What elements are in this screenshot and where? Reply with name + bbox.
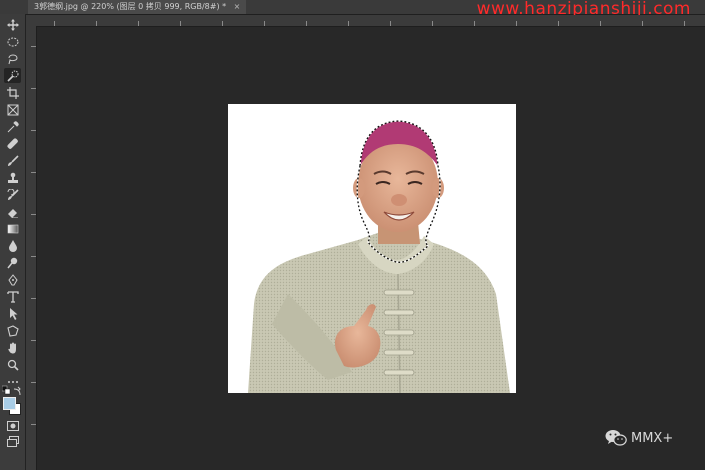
eyedropper-icon[interactable] (4, 119, 21, 134)
document-tab-title: 3郭德纲.jpg @ 220% (图层 0 拷贝 999, RGB/8#) * (34, 2, 227, 11)
type-icon[interactable] (4, 289, 21, 304)
frame-icon[interactable] (4, 102, 21, 117)
dodge-icon[interactable] (4, 255, 21, 270)
photo-layer (248, 120, 510, 393)
blur-icon[interactable] (4, 238, 21, 253)
ruler-corner (26, 15, 36, 26)
history-brush-icon[interactable] (4, 187, 21, 202)
default-colors-icon[interactable] (2, 385, 12, 396)
wechat-icon (605, 430, 627, 446)
move-icon[interactable] (4, 17, 21, 32)
swap-colors-icon[interactable] (13, 386, 23, 396)
clone-stamp-icon[interactable] (4, 170, 21, 185)
crop-icon[interactable] (4, 85, 21, 100)
shape-icon[interactable] (4, 323, 21, 338)
pen-icon[interactable] (4, 272, 21, 287)
lasso-icon[interactable] (4, 51, 21, 66)
eraser-icon[interactable] (4, 204, 21, 219)
tab-close-icon[interactable]: × (234, 2, 241, 11)
document-tab-bar: 3郭德纲.jpg @ 220% (图层 0 拷贝 999, RGB/8#) * … (0, 0, 705, 18)
quick-mask-icon[interactable] (4, 418, 21, 433)
tools-panel (0, 14, 26, 470)
brand-label: MMX+ (631, 430, 674, 446)
hand-icon[interactable] (4, 340, 21, 355)
document-canvas[interactable] (228, 104, 516, 393)
zoom-icon[interactable] (4, 357, 21, 372)
healing-brush-icon[interactable] (4, 136, 21, 151)
quick-selection-icon[interactable] (4, 68, 21, 83)
vertical-ruler[interactable] (26, 26, 37, 470)
path-selection-icon[interactable] (4, 306, 21, 321)
foreground-color-swatch[interactable] (3, 397, 16, 410)
brand-watermark: MMX+ (605, 428, 673, 448)
marquee-icon[interactable] (4, 34, 21, 49)
horizontal-ruler[interactable] (36, 15, 705, 27)
gradient-icon[interactable] (4, 221, 21, 236)
document-tab[interactable]: 3郭德纲.jpg @ 220% (图层 0 拷贝 999, RGB/8#) * … (28, 0, 247, 14)
screen-mode-icon[interactable] (4, 434, 21, 449)
brush-icon[interactable] (4, 153, 21, 168)
